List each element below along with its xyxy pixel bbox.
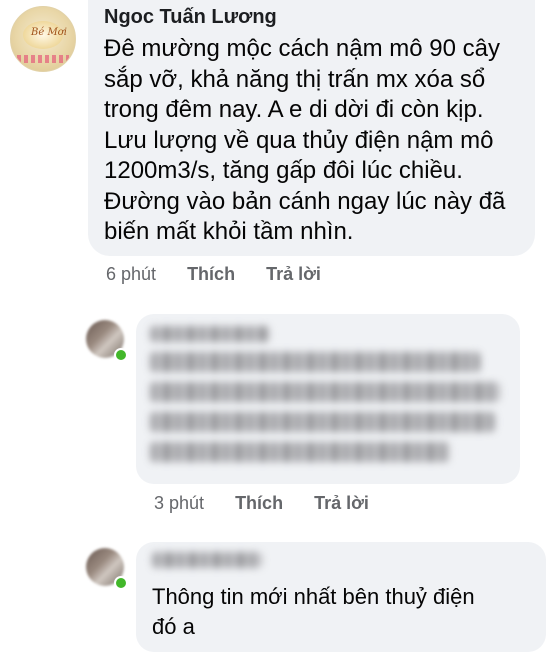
- comment-text-line: sắp vỡ, khả năng thị trấn mx xóa sổ: [104, 65, 486, 93]
- comment-actions: 3 phút Thích Trả lời: [154, 493, 395, 514]
- blurred-text-line: [150, 352, 480, 372]
- comment-text-line: trong đêm nay. A e di dời đi còn kịp.: [104, 96, 484, 123]
- reply-button[interactable]: Trả lời: [314, 493, 369, 513]
- blurred-text-line: [150, 382, 500, 402]
- comment-text-line: 1200m3/s, tăng gấp đôi lúc chiều.: [104, 157, 463, 184]
- blurred-text-line: [150, 442, 450, 462]
- avatar-script-mark: Bé Mơi: [31, 27, 67, 38]
- avatar-pattern: [17, 55, 69, 63]
- blurred-text-line: [150, 412, 495, 432]
- reply-text: Thông tin mới nhất bên thuỷ điện đó a: [152, 582, 532, 642]
- online-status-dot: [114, 348, 128, 362]
- comment-actions: 6 phút Thích Trả lời: [106, 264, 347, 285]
- comment-text: Đê mường mộc cách nậm mô 90 cây sắp vỡ, …: [104, 34, 524, 248]
- like-button[interactable]: Thích: [187, 264, 235, 284]
- reply-text-line: đó a: [152, 614, 195, 639]
- like-button[interactable]: Thích: [235, 493, 283, 513]
- reply-button[interactable]: Trả lời: [266, 264, 321, 284]
- comment-text-line: Đường vào bản cánh ngay lúc này đã: [104, 187, 506, 215]
- comment-text-line: Đê mường mộc cách nậm mô 90 cây: [104, 35, 500, 62]
- comment-author-name[interactable]: Ngoc Tuấn Lương: [104, 6, 277, 29]
- comment-timestamp[interactable]: 6 phút: [106, 264, 156, 284]
- comment-text-line: Lưu lượng về qua thủy điện nậm mô: [104, 126, 494, 154]
- avatar[interactable]: Bé Mơi: [10, 6, 76, 72]
- blurred-author-name: [150, 326, 270, 342]
- comment-timestamp[interactable]: 3 phút: [154, 493, 204, 513]
- comment-text-line: biến mất khỏi tầm nhìn.: [104, 218, 354, 245]
- online-status-dot: [114, 576, 128, 590]
- reply-text-line: Thông tin mới nhất bên thuỷ điện: [152, 584, 475, 609]
- blurred-author-name: [152, 552, 262, 568]
